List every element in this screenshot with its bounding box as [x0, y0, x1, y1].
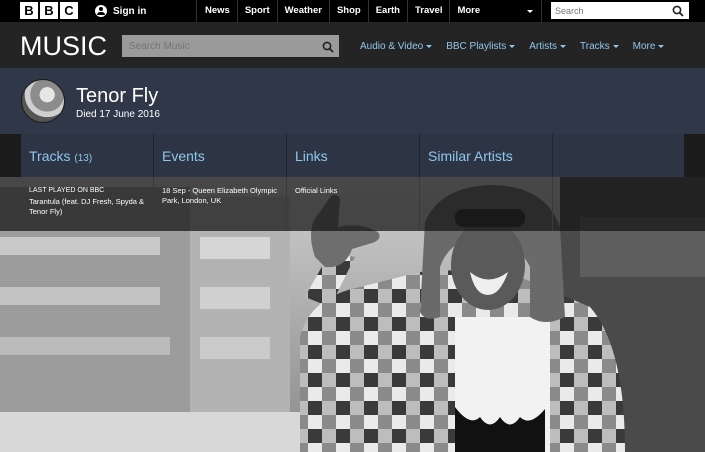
bbc-nav-sport[interactable]: Sport — [238, 0, 278, 22]
tab-label: Links — [295, 148, 328, 164]
tab-label: Events — [162, 148, 205, 164]
caret-down-icon — [612, 44, 619, 48]
music-header: MUSIC Audio & Video BBC Playlists Artist… — [0, 22, 705, 68]
official-links[interactable]: Official Links — [295, 186, 412, 196]
music-nav-label: Tracks — [580, 40, 610, 52]
similar-artists-panel — [420, 177, 553, 231]
caret-down-icon — [426, 44, 433, 48]
tracks-count: (13) — [74, 153, 93, 164]
music-logo[interactable]: MUSIC — [20, 31, 107, 62]
music-search-input[interactable] — [122, 35, 339, 57]
bbc-logo-letter: B — [40, 2, 58, 19]
bbc-nav-earth[interactable]: Earth — [369, 0, 408, 22]
music-nav-label: More — [632, 40, 656, 52]
tab-label: Similar Artists — [428, 148, 513, 164]
music-nav-more[interactable]: More — [626, 35, 672, 57]
bbc-nav-shop[interactable]: Shop — [330, 0, 369, 22]
bbc-nav: News Sport Weather Shop Earth Travel Mor… — [198, 0, 543, 22]
last-played-title: LAST PLAYED ON BBC — [29, 187, 105, 194]
bbc-global-bar: B B C Sign in News Sport Weather Shop Ea… — [0, 0, 705, 22]
artist-died-date: Died 17 June 2016 — [76, 109, 160, 120]
tab-events[interactable]: Events — [154, 134, 287, 177]
tab-filler — [553, 134, 684, 177]
panel-divider — [552, 177, 553, 231]
tab-similar-artists[interactable]: Similar Artists — [420, 134, 553, 177]
user-icon — [95, 5, 107, 17]
music-nav-label: Audio & Video — [360, 40, 424, 52]
caret-down-icon — [560, 44, 566, 48]
bbc-logo[interactable]: B B C — [20, 2, 78, 19]
tab-label: Tracks — [29, 148, 71, 164]
bbc-logo-letter: C — [60, 2, 78, 19]
music-nav-label: BBC Playlists — [446, 40, 507, 52]
bbc-nav-more[interactable]: More — [450, 0, 543, 22]
tab-tracks[interactable]: Tracks (13) — [21, 134, 154, 177]
events-panel: 18 Sep - Queen Elizabeth Olympic Park, L… — [154, 177, 287, 231]
music-nav-audio-video[interactable]: Audio & Video — [353, 35, 439, 57]
music-nav-tracks[interactable]: Tracks — [573, 35, 626, 57]
artist-header: Tenor Fly Died 17 June 2016 — [0, 68, 705, 134]
tab-links[interactable]: Links — [287, 134, 420, 177]
last-played-track[interactable]: Tarantula (feat. DJ Fresh, Spyda & Tenor… — [29, 197, 146, 217]
music-nav-artists[interactable]: Artists — [522, 35, 573, 57]
signin-link[interactable]: Sign in — [95, 0, 197, 22]
bbc-nav-news[interactable]: News — [198, 0, 238, 22]
artist-tabs: Tracks (13) Events Links Similar Artists — [21, 134, 684, 177]
bbc-nav-weather[interactable]: Weather — [278, 0, 330, 22]
bbc-nav-travel[interactable]: Travel — [408, 0, 451, 22]
artist-name: Tenor Fly — [76, 85, 159, 107]
bbc-logo-letter: B — [20, 2, 38, 19]
avatar — [21, 79, 65, 123]
search-icon[interactable] — [322, 41, 334, 53]
signin-label: Sign in — [113, 5, 147, 17]
caret-down-icon — [658, 44, 665, 48]
links-panel: Official Links — [287, 177, 420, 231]
music-nav-label: Artists — [529, 40, 557, 52]
search-icon[interactable] — [672, 5, 684, 17]
caret-down-icon — [509, 44, 516, 48]
bbc-search-input[interactable] — [551, 2, 689, 19]
event-item[interactable]: 18 Sep - Queen Elizabeth Olympic Park, L… — [162, 186, 279, 206]
music-nav: Audio & Video BBC Playlists Artists Trac… — [353, 35, 671, 57]
music-nav-bbc-playlists[interactable]: BBC Playlists — [439, 35, 522, 57]
last-played-panel: LAST PLAYED ON BBC Tarantula (feat. DJ F… — [21, 177, 154, 231]
